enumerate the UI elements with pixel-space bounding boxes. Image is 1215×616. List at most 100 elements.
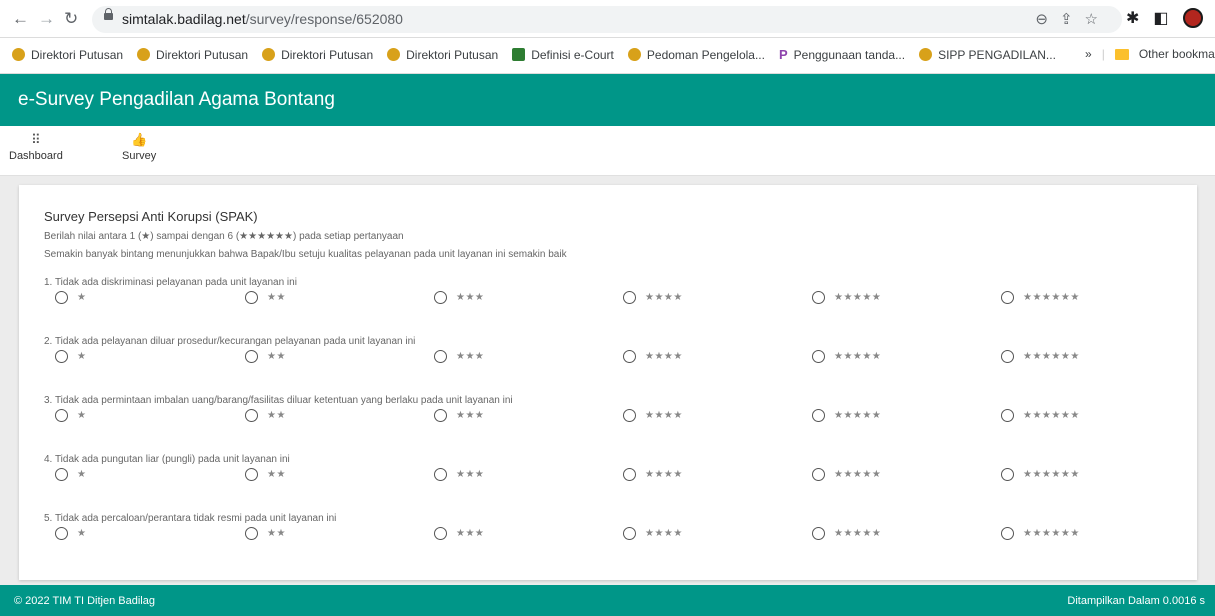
rating-option-1[interactable]: ★ <box>55 291 86 304</box>
url-text: simtalak.badilag.net/survey/response/652… <box>122 11 403 27</box>
radio-button[interactable] <box>623 350 636 363</box>
rating-option-2[interactable]: ★★ <box>245 291 286 304</box>
tab-survey[interactable]: 👍 Survey <box>122 132 156 162</box>
rating-option-6[interactable]: ★★★★★★ <box>1001 468 1080 481</box>
star-rating-label: ★★ <box>267 351 286 362</box>
rating-option-4[interactable]: ★★★★ <box>623 350 683 363</box>
rating-option-2[interactable]: ★★ <box>245 409 286 422</box>
rating-option-4[interactable]: ★★★★ <box>623 468 683 481</box>
url-host: simtalak.badilag.net <box>122 11 246 27</box>
radio-button[interactable] <box>1001 527 1014 540</box>
rating-option-5[interactable]: ★★★★★ <box>812 291 881 304</box>
share-icon[interactable]: ⇪ <box>1060 11 1085 28</box>
radio-button[interactable] <box>55 291 68 304</box>
radio-button[interactable] <box>623 527 636 540</box>
rating-option-3[interactable]: ★★★ <box>434 350 484 363</box>
rating-option-1[interactable]: ★ <box>55 409 86 422</box>
bookmark-label: Definisi e-Court <box>531 47 614 62</box>
rating-option-4[interactable]: ★★★★ <box>623 409 683 422</box>
rating-option-4[interactable]: ★★★★ <box>623 527 683 540</box>
radio-button[interactable] <box>434 350 447 363</box>
radio-button[interactable] <box>1001 291 1014 304</box>
radio-button[interactable] <box>1001 350 1014 363</box>
rating-option-6[interactable]: ★★★★★★ <box>1001 409 1080 422</box>
radio-button[interactable] <box>812 350 825 363</box>
rating-option-5[interactable]: ★★★★★ <box>812 468 881 481</box>
radio-button[interactable] <box>812 468 825 481</box>
radio-button[interactable] <box>623 291 636 304</box>
other-bookmarks-button[interactable]: Other bookmar <box>1139 47 1215 61</box>
radio-button[interactable] <box>434 468 447 481</box>
forward-arrow-icon[interactable]: → <box>38 9 55 29</box>
coin-icon <box>387 48 401 61</box>
rating-option-5[interactable]: ★★★★★ <box>812 350 881 363</box>
rating-option-1[interactable]: ★ <box>55 468 86 481</box>
radio-button[interactable] <box>434 291 447 304</box>
rating-option-3[interactable]: ★★★ <box>434 291 484 304</box>
survey-card: Survey Persepsi Anti Korupsi (SPAK) Beri… <box>19 185 1197 580</box>
back-arrow-icon[interactable]: ← <box>12 9 29 29</box>
p-icon: P <box>778 47 788 62</box>
bookmark-item[interactable]: Direktori Putusan <box>12 47 123 62</box>
profile-avatar[interactable] <box>1182 8 1203 28</box>
radio-button[interactable] <box>55 409 68 422</box>
radio-button[interactable] <box>1001 468 1014 481</box>
star-rating-label: ★★★ <box>456 469 485 480</box>
rating-option-3[interactable]: ★★★ <box>434 468 484 481</box>
rating-option-6[interactable]: ★★★★★★ <box>1001 527 1080 540</box>
radio-button[interactable] <box>245 468 258 481</box>
bookmark-item[interactable]: Direktori Putusan <box>387 47 498 62</box>
bookmark-item[interactable]: Direktori Putusan <box>262 47 373 62</box>
bookmark-item[interactable]: Definisi e-Court <box>512 47 614 62</box>
reload-icon[interactable]: ↻ <box>64 9 78 29</box>
folder-icon <box>1114 48 1129 60</box>
bookmark-item[interactable]: Pedoman Pengelola... <box>627 47 765 62</box>
radio-button[interactable] <box>245 291 258 304</box>
rating-option-1[interactable]: ★ <box>55 350 86 363</box>
radio-button[interactable] <box>623 468 636 481</box>
rating-options: ★ ★★ ★★★ ★★★★ ★★★★★ ★★★★★★ <box>44 468 1174 488</box>
rating-option-5[interactable]: ★★★★★ <box>812 409 881 422</box>
radio-button[interactable] <box>812 409 825 422</box>
radio-button[interactable] <box>245 350 258 363</box>
tab-dashboard[interactable]: ⠿ Dashboard <box>9 132 63 162</box>
question-text: 5. Tidak ada percaloan/perantara tidak r… <box>44 513 337 524</box>
rating-option-5[interactable]: ★★★★★ <box>812 527 881 540</box>
radio-button[interactable] <box>55 350 68 363</box>
rating-option-3[interactable]: ★★★ <box>434 409 484 422</box>
radio-button[interactable] <box>812 291 825 304</box>
radio-button[interactable] <box>55 527 68 540</box>
star-rating-label: ★★★★ <box>645 351 683 362</box>
browser-toolbar: ← → ↻ simtalak.badilag.net/survey/respon… <box>0 0 1215 38</box>
bookmark-item[interactable]: SIPP PENGADILAN... <box>919 47 1056 62</box>
bookmark-star-icon[interactable]: ☆ <box>1085 11 1110 28</box>
radio-button[interactable] <box>434 527 447 540</box>
radio-button[interactable] <box>812 527 825 540</box>
rating-option-1[interactable]: ★ <box>55 527 86 540</box>
radio-button[interactable] <box>623 409 636 422</box>
bookmark-label: Direktori Putusan <box>406 47 499 62</box>
coin-icon <box>919 48 933 61</box>
rating-option-3[interactable]: ★★★ <box>434 527 484 540</box>
rating-option-2[interactable]: ★★ <box>245 527 286 540</box>
side-panel-icon[interactable]: ◧ <box>1153 8 1168 28</box>
radio-button[interactable] <box>434 409 447 422</box>
star-rating-label: ★★★★ <box>645 292 683 303</box>
bookmark-label: Direktori Putusan <box>281 47 374 62</box>
address-bar[interactable]: simtalak.badilag.net/survey/response/652… <box>92 6 1122 33</box>
rating-option-6[interactable]: ★★★★★★ <box>1001 350 1080 363</box>
radio-button[interactable] <box>245 409 258 422</box>
zoom-icon[interactable]: ⊖ <box>1035 11 1060 28</box>
bookmark-item[interactable]: P Penggunaan tanda... <box>779 47 905 62</box>
rating-option-2[interactable]: ★★ <box>245 468 286 481</box>
rating-option-4[interactable]: ★★★★ <box>623 291 683 304</box>
radio-button[interactable] <box>55 468 68 481</box>
extensions-puzzle-icon[interactable]: ✱ <box>1126 8 1139 28</box>
bookmark-item[interactable]: Direktori Putusan <box>137 47 248 62</box>
rating-option-2[interactable]: ★★ <box>245 350 286 363</box>
rating-option-6[interactable]: ★★★★★★ <box>1001 291 1080 304</box>
radio-button[interactable] <box>245 527 258 540</box>
radio-button[interactable] <box>1001 409 1014 422</box>
more-bookmarks-button[interactable]: » <box>1085 47 1092 61</box>
star-rating-label: ★★★★★ <box>834 528 882 539</box>
